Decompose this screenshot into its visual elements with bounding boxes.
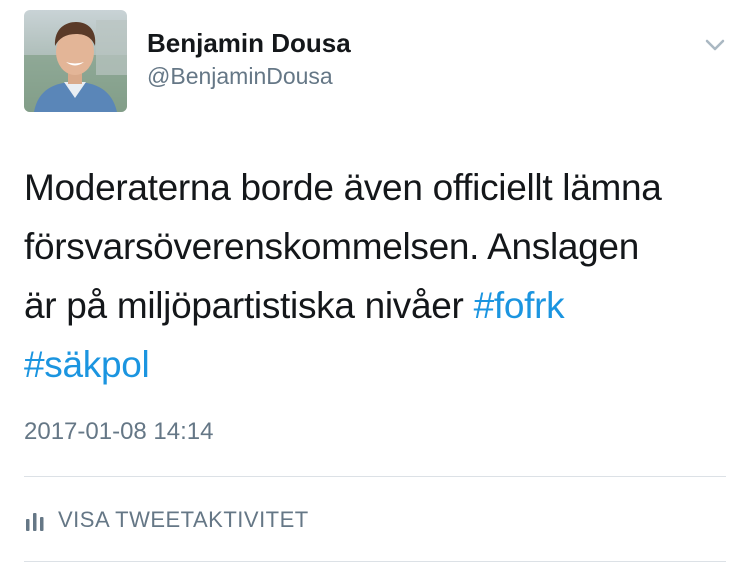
bar-chart-icon	[26, 513, 44, 531]
tweet-line: Moderaterna borde även officiellt lämna	[24, 167, 662, 208]
tweet-activity-label: VISA TWEETAKTIVITET	[58, 507, 309, 532]
tweet-line: försvarsöverenskommelsen. Anslagen	[24, 226, 639, 267]
tweet-line-text: är på miljöpartistiska nivåer	[24, 285, 474, 326]
divider	[24, 561, 726, 562]
tweet-line: är på miljöpartistiska nivåer #fofrk	[24, 276, 734, 335]
avatar[interactable]	[24, 10, 127, 112]
tweet-text: Moderaterna borde även officiellt lämna …	[24, 158, 734, 394]
tweet-menu-button[interactable]	[700, 30, 730, 60]
tweet-line: #säkpol	[24, 335, 734, 394]
profile-photo-icon	[24, 10, 127, 112]
divider	[24, 476, 726, 477]
chevron-down-icon	[705, 39, 725, 51]
hashtag-link-fofrk[interactable]: #fofrk	[474, 285, 565, 326]
tweet-timestamp[interactable]: 2017-01-08 14:14	[24, 418, 214, 446]
display-name[interactable]: Benjamin Dousa	[147, 28, 351, 59]
hashtag-link-sakpol[interactable]: #säkpol	[24, 344, 150, 385]
user-handle[interactable]: @BenjaminDousa	[147, 63, 333, 90]
view-tweet-activity-button[interactable]: VISA TWEETAKTIVITET	[24, 505, 309, 535]
